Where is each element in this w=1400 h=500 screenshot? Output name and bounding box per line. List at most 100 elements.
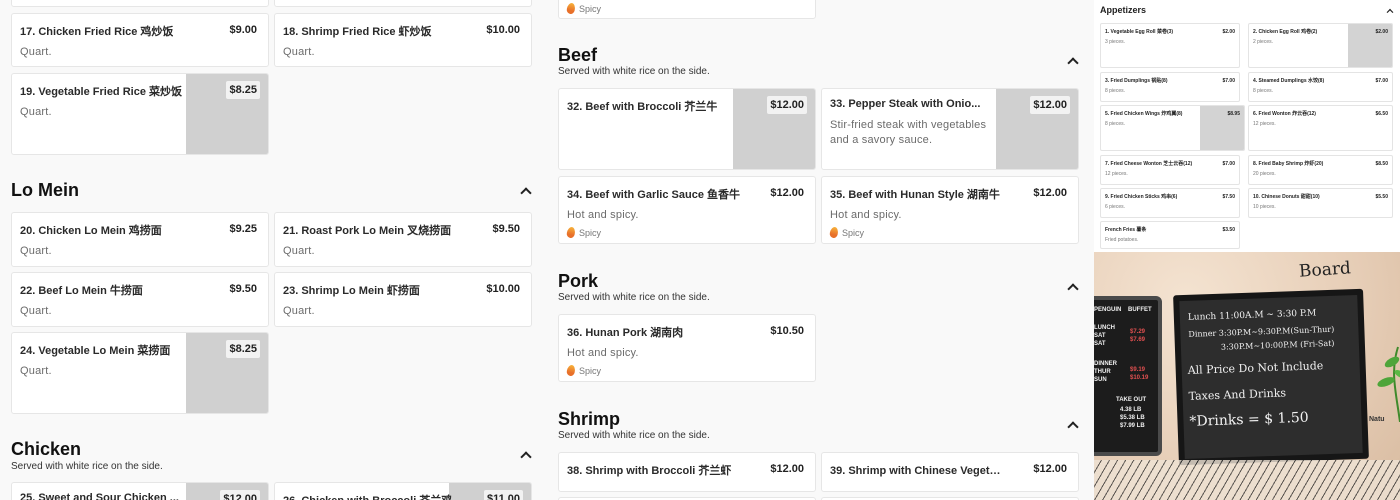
item-name: 32. Beef with Broccoli 芥兰牛 [567, 101, 718, 113]
appetizer-card[interactable]: 2. Chicken Egg Roll 鸡卷(2) 2 pieces. $2.0… [1248, 23, 1393, 68]
appetizer-card[interactable]: 1. Vegetable Egg Roll 菜卷(3) 3 pieces. $2… [1100, 23, 1240, 68]
menu-item-card[interactable]: 26. Chicken with Broccoli 芥兰鸡 $11.00 [274, 482, 532, 500]
item-price: $12.00 [1030, 96, 1070, 114]
flame-icon [565, 364, 577, 377]
chalk-text: All Price Do Not Include [1187, 359, 1324, 377]
board-text: DINNER [1094, 361, 1118, 367]
board-text: $7.99 LB [1120, 423, 1145, 429]
menu-item-card[interactable] [274, 0, 532, 7]
appetizer-card[interactable]: 9. Fried Chicken Sticks 鸡串(6) 6 pieces. … [1100, 188, 1240, 218]
item-price: $7.00 [1222, 78, 1235, 84]
item-description: 12 pieces. [1253, 121, 1276, 127]
menu-item-card[interactable]: 33. Pepper Steak with Onio... Stir-fried… [821, 88, 1079, 170]
photo-floor [1094, 460, 1400, 500]
board-text: LUNCH [1094, 325, 1115, 331]
item-price: $12.00 [1030, 184, 1070, 202]
appetizer-card[interactable]: 10. Chinese Donuts 甜甜(10) 10 pieces. $5.… [1248, 188, 1393, 218]
menu-item-card[interactable]: 36. Hunan Pork 湖南肉 Hot and spicy. $10.50… [558, 314, 816, 382]
menu-item-card[interactable]: 19. Vegetable Fried Rice 菜炒饭 Quart. $8.2… [11, 73, 269, 155]
section-subtitle: Served with white rice on the side. [558, 292, 710, 303]
board-text: $9.19 [1130, 367, 1146, 373]
chevron-up-icon[interactable] [520, 449, 532, 461]
item-description: Quart. [283, 305, 315, 317]
appetizer-card[interactable]: French Fries 薯条 Fried potatoes. $3.50 [1100, 221, 1240, 249]
item-description: Quart. [20, 106, 52, 118]
item-name: 23. Shrimp Lo Mein 虾捞面 [283, 285, 420, 297]
section-title-shrimp: Shrimp [558, 409, 621, 429]
item-price: $10.00 [483, 21, 523, 39]
item-description: Quart. [283, 46, 315, 58]
item-description: Hot and spicy. [567, 347, 639, 359]
item-price: $9.50 [226, 280, 260, 298]
item-price: $8.95 [1227, 111, 1240, 117]
item-description: Fried potatoes. [1105, 237, 1139, 243]
item-name: 18. Shrimp Fried Rice 虾炒饭 [283, 26, 432, 38]
plant-icon [1377, 346, 1400, 422]
menu-item-card[interactable]: 32. Beef with Broccoli 芥兰牛 $12.00 [558, 88, 816, 170]
appetizer-card[interactable]: 6. Fried Wonton 炸云吞(12) 12 pieces. $6.50 [1248, 105, 1393, 151]
item-price: $7.00 [1222, 161, 1235, 167]
item-name: 21. Roast Pork Lo Mein 叉烧捞面 [283, 225, 452, 237]
menu-item-card[interactable] [11, 0, 269, 7]
item-price: $8.25 [226, 340, 260, 358]
item-name: 2. Chicken Egg Roll 鸡卷(2) [1253, 29, 1318, 35]
menu-item-card[interactable]: 21. Roast Pork Lo Mein 叉烧捞面 Quart. $9.50 [274, 212, 532, 267]
item-description: 8 pieces. [1253, 88, 1274, 94]
chevron-up-icon[interactable] [520, 185, 532, 197]
chevron-up-icon[interactable] [1067, 281, 1079, 293]
flame-icon [565, 2, 577, 15]
board-text: BUFFET [1128, 307, 1152, 313]
board-label: Board [1298, 258, 1352, 282]
menu-item-card[interactable]: 18. Shrimp Fried Rice 虾炒饭 Quart. $10.00 [274, 13, 532, 67]
menu-item-card[interactable]: 38. Shrimp with Broccoli 芥兰虾 $12.00 [558, 452, 816, 492]
section-title-pork: Pork [558, 271, 599, 291]
chalk-text: 3:30P.M~10:00P.M (Fri-Sat) [1220, 338, 1335, 352]
item-price: $9.50 [489, 220, 523, 238]
item-description: 2 pieces. [1253, 39, 1274, 45]
item-description: Hot and spicy. [830, 209, 902, 221]
item-description: Quart. [283, 245, 315, 257]
menu-item-card[interactable]: 25. Sweet and Sour Chicken ... $12.00 [11, 482, 269, 500]
spicy-tag: Spicy [828, 226, 864, 239]
chevron-up-icon[interactable] [1067, 55, 1079, 67]
chalk-text: Lunch 11:00A.M ~ 3:30 P.M [1187, 308, 1317, 323]
menu-item-card[interactable]: 24. Vegetable Lo Mein 菜捞面 Quart. $8.25 [11, 332, 269, 414]
menu-item-card[interactable]: 17. Chicken Fried Rice 鸡炒饭 Quart. $9.00 [11, 13, 269, 67]
appetizer-card[interactable]: 3. Fried Dumplings 锅贴(8) 8 pieces. $7.00 [1100, 72, 1240, 102]
item-description: 8 pieces. [1105, 88, 1126, 94]
item-name: 10. Chinese Donuts 甜甜(10) [1253, 194, 1320, 200]
menu-item-card[interactable]: 20. Chicken Lo Mein 鸡捞面 Quart. $9.25 [11, 212, 269, 267]
item-price: $10.50 [767, 322, 807, 340]
item-price: $8.25 [226, 81, 260, 99]
board-text: $10.19 [1130, 375, 1149, 381]
appetizer-card[interactable]: 4. Steamed Dumplings 水饺(8) 8 pieces. $7.… [1248, 72, 1393, 102]
item-name: 35. Beef with Hunan Style 湖南牛 [830, 189, 1000, 201]
menu-item-card[interactable]: 34. Beef with Garlic Sauce 鱼香牛 Hot and s… [558, 176, 816, 244]
item-name: 7. Fried Cheese Wonton 芝士云吞(12) [1105, 161, 1193, 167]
spicy-tag: Spicy [565, 364, 601, 377]
flame-icon [828, 226, 840, 239]
item-description: Hot and spicy. [567, 209, 639, 221]
item-description: 12 pieces. [1105, 171, 1128, 177]
item-price: $8.50 [1375, 161, 1388, 167]
item-price: $7.50 [1222, 194, 1235, 200]
item-name: 22. Beef Lo Mein 牛捞面 [20, 285, 143, 297]
chevron-up-icon[interactable] [1067, 419, 1079, 431]
section-subtitle: Served with white rice on the side. [11, 461, 163, 472]
menu-item-card[interactable]: 35. Beef with Hunan Style 湖南牛 Hot and sp… [821, 176, 1079, 244]
menu-column-left: 17. Chicken Fried Rice 鸡炒饭 Quart. $9.00 … [0, 0, 545, 500]
chevron-up-icon[interactable] [1386, 7, 1393, 14]
section-title-beef: Beef [558, 45, 598, 65]
appetizer-card[interactable]: 7. Fried Cheese Wonton 芝士云吞(12) 12 piece… [1100, 155, 1240, 185]
appetizer-card[interactable]: 8. Fried Baby Shrimp 炸虾(20) 20 pieces. $… [1248, 155, 1393, 185]
appetizers-header[interactable]: Appetizers [1094, 0, 1400, 20]
menu-item-card[interactable]: 23. Shrimp Lo Mein 虾捞面 Quart. $10.00 [274, 272, 532, 327]
board-text: 4.38 LB [1120, 407, 1142, 413]
menu-item-card[interactable]: 22. Beef Lo Mein 牛捞面 Quart. $9.50 [11, 272, 269, 327]
menu-item-card[interactable]: 39. Shrimp with Chinese Vegetable 菜远虾 $1… [821, 452, 1079, 492]
section-title-chicken: Chicken [11, 439, 82, 459]
appetizer-card[interactable]: 5. Fried Chicken Wings 炸鸡翼(8) 8 pieces. … [1100, 105, 1245, 151]
item-name: 1. Vegetable Egg Roll 菜卷(3) [1105, 29, 1174, 35]
item-price: $12.00 [767, 184, 807, 202]
menu-item-card[interactable]: Spicy [558, 0, 816, 19]
